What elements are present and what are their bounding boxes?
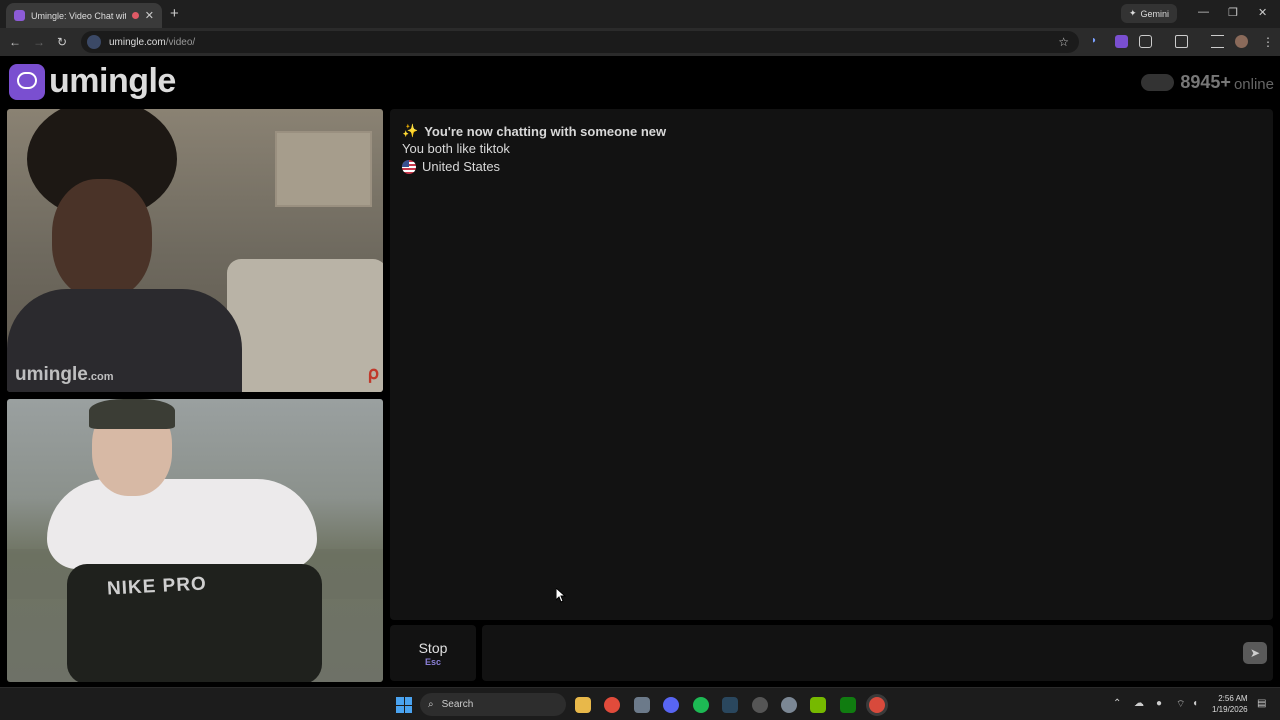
xbox-icon[interactable]: [840, 697, 856, 713]
stop-button[interactable]: Stop Esc: [390, 625, 476, 681]
chat-log: ✨ You're now chatting with someone new Y…: [390, 109, 1273, 620]
online-count: 8945+: [1180, 72, 1231, 92]
file-explorer-icon[interactable]: [575, 697, 591, 713]
url-text: umingle.com/video/: [109, 37, 195, 48]
person-shirt: [47, 479, 317, 569]
forward-arrow-icon[interactable]: →: [33, 35, 45, 49]
chrome-active-icon[interactable]: [869, 697, 885, 713]
media-control-icon[interactable]: [1211, 35, 1224, 48]
online-counter: 8945+ online: [1141, 72, 1274, 93]
site-info-icon[interactable]: [87, 35, 101, 49]
browser-tab-bar: Umingle: Video Chat with St ✕ + ✦ Gemini…: [0, 0, 1280, 28]
message-input[interactable]: ➤: [482, 625, 1273, 681]
windows-start-icon[interactable]: [396, 697, 412, 713]
more-menu-icon[interactable]: ⋮: [1262, 35, 1274, 49]
stop-shortcut: Esc: [424, 657, 441, 667]
microphone-icon[interactable]: ●: [1156, 698, 1162, 709]
umingle-watermark: umingle.com: [15, 364, 114, 386]
browser-tab[interactable]: Umingle: Video Chat with St ✕: [6, 3, 162, 28]
app-icon[interactable]: [752, 697, 768, 713]
close-window-button[interactable]: ✕: [1258, 6, 1267, 19]
system-message-new-chat: ✨ You're now chatting with someone new: [402, 123, 666, 139]
umingle-favicon-icon: [14, 10, 25, 21]
gemini-label: Gemini: [1140, 8, 1170, 19]
search-placeholder: Search: [441, 699, 474, 710]
nvidia-icon[interactable]: [810, 697, 826, 713]
volume-icon[interactable]: ◖: [1192, 698, 1198, 709]
watermark-text: umingle: [15, 364, 88, 385]
system-clock[interactable]: 2:56 AM 1/19/2026: [1212, 693, 1248, 715]
onedrive-icon[interactable]: ☁: [1134, 698, 1144, 709]
back-arrow-icon[interactable]: ←: [9, 35, 21, 49]
minimize-button[interactable]: —: [1198, 6, 1209, 18]
bookmark-star-icon[interactable]: ☆: [1058, 35, 1069, 49]
extension-twitch-icon[interactable]: [1115, 35, 1128, 48]
recording-indicator-icon: [131, 12, 139, 19]
send-icon[interactable]: ➤: [1243, 642, 1267, 664]
chat-bubble-icon: [17, 72, 37, 89]
settings-gear-icon[interactable]: [781, 697, 797, 713]
new-tab-button[interactable]: +: [170, 5, 179, 22]
spotify-icon[interactable]: [693, 697, 709, 713]
online-label: online: [1233, 75, 1274, 93]
person-face: [52, 179, 152, 299]
discord-icon[interactable]: [663, 697, 679, 713]
watermark-suffix: .com: [87, 371, 114, 383]
stranger-video: umingle.com ⍴: [7, 109, 383, 392]
theme-toggle[interactable]: [1141, 74, 1175, 91]
search-icon: ⌕: [428, 699, 434, 710]
reload-icon[interactable]: ↻: [57, 35, 67, 49]
sparkles-icon: ✨: [402, 123, 419, 138]
restore-button[interactable]: ❐: [1228, 6, 1238, 19]
tray-overflow-icon[interactable]: ⌃: [1113, 698, 1121, 709]
system-message-country: United States: [402, 159, 500, 174]
sofa: [227, 259, 383, 392]
clock-date: 1/19/2026: [1212, 705, 1248, 714]
mouse-cursor-icon: [556, 588, 566, 603]
clock-time: 2:56 AM: [1218, 694, 1248, 703]
taskbar-search[interactable]: ⌕ Search: [420, 693, 566, 716]
stop-label: Stop: [418, 640, 448, 656]
sparkle-icon: ✦: [1129, 8, 1137, 18]
address-bar[interactable]: umingle.com/video/ ☆: [81, 31, 1079, 53]
extension-audio-icon[interactable]: ◗: [1091, 35, 1104, 48]
tab-title: Umingle: Video Chat with St: [31, 10, 126, 21]
new-chat-text: You're now chatting with someone new: [424, 123, 667, 139]
url-host: umingle.com: [109, 36, 166, 48]
profile-avatar[interactable]: [1235, 35, 1248, 48]
close-tab-icon[interactable]: ✕: [145, 9, 154, 22]
gemini-button[interactable]: ✦ Gemini: [1121, 4, 1178, 23]
report-icon[interactable]: ⍴: [368, 363, 379, 384]
url-path: /video/: [165, 36, 196, 48]
self-video: NIKE PRO: [7, 399, 383, 682]
split-view-icon[interactable]: [1175, 35, 1188, 48]
umingle-page: umingle 8945+ online umingle.com ⍴ NIKE …: [0, 56, 1280, 687]
windows-taskbar: ⌕ Search ⌃ ☁ ● ⌔ ◖ 2:56 AM 1/19/2026 ▤: [0, 687, 1280, 720]
system-message-interests: You both like tiktok: [402, 141, 510, 156]
wall-frame: [275, 131, 372, 207]
store-icon[interactable]: [634, 697, 650, 713]
extensions-puzzle-icon[interactable]: [1139, 35, 1152, 48]
notifications-icon[interactable]: ▤: [1257, 698, 1266, 709]
chrome-icon[interactable]: [604, 697, 620, 713]
browser-toolbar: ← → ↻ umingle.com/video/ ☆ ◗ ⋮: [0, 28, 1280, 56]
site-logo-text[interactable]: umingle: [49, 62, 176, 101]
us-flag-icon: [402, 159, 416, 174]
umingle-logo-icon[interactable]: [9, 64, 45, 100]
person-hair: [89, 399, 175, 429]
interests-text: You both like tiktok: [402, 141, 510, 156]
wifi-icon[interactable]: ⌔: [1176, 698, 1185, 711]
steam-icon[interactable]: [722, 697, 738, 713]
country-text: United States: [422, 159, 501, 174]
